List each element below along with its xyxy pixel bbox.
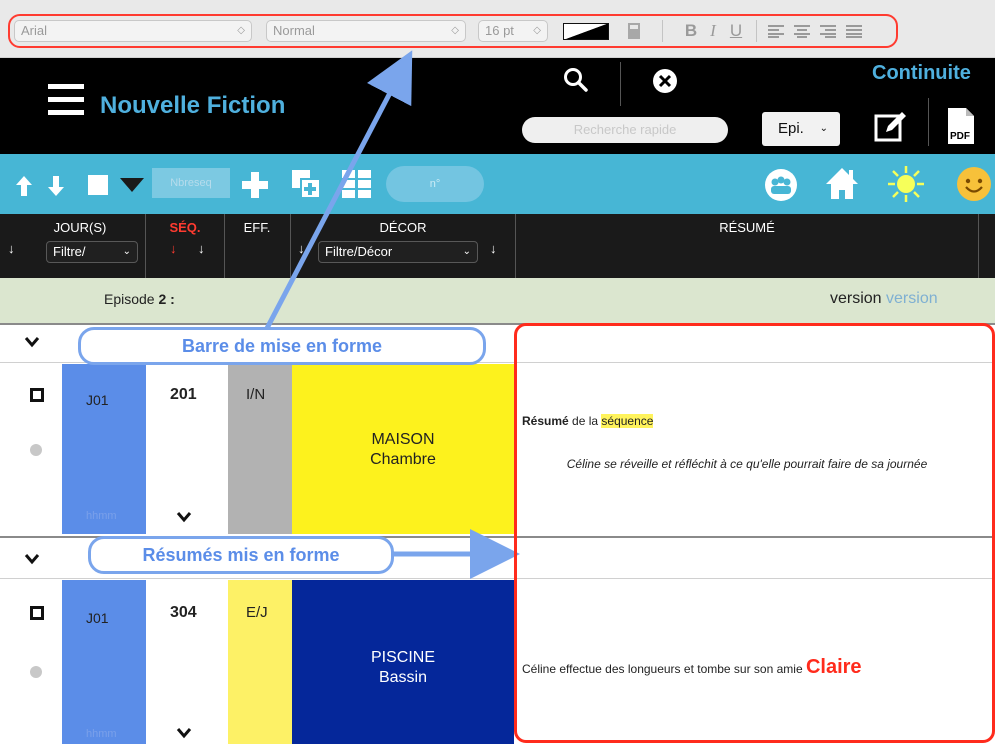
callout-resumes: Résumés mis en forme: [88, 536, 394, 574]
callout-format-bar: Barre de mise en forme: [78, 327, 486, 365]
arrow-to-format-bar: [261, 50, 413, 336]
resume-highlight-frame: [514, 323, 995, 743]
